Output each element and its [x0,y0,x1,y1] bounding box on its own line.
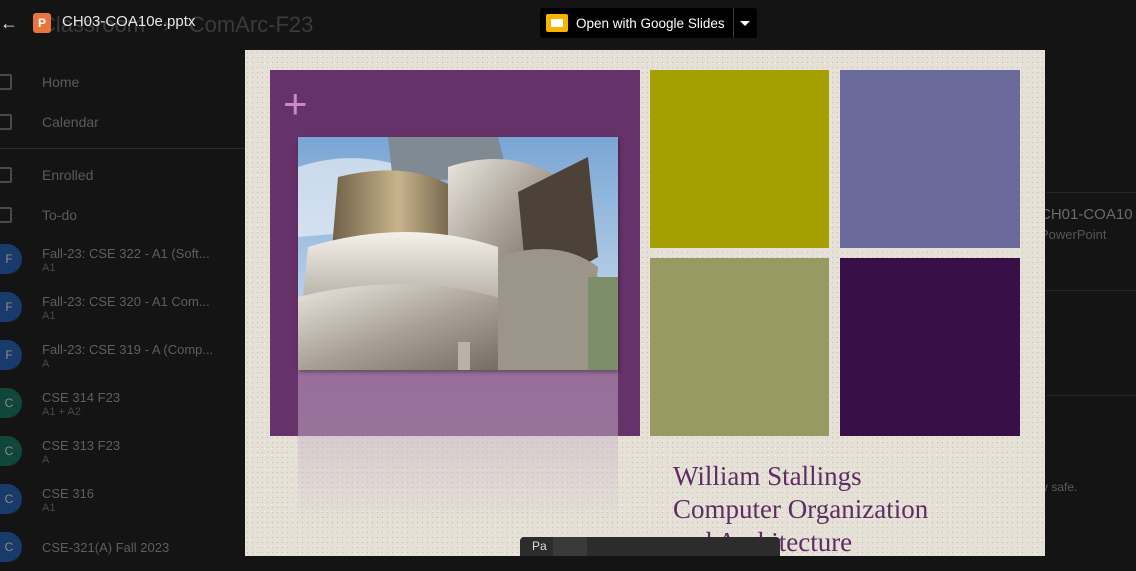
slide-title-line: Computer Organization [673,494,929,524]
sidebar-item-home[interactable]: Home [0,62,245,102]
class-avatar: C [0,484,22,514]
class-section: A1 [42,261,56,274]
page-controls-bar[interactable]: Pa [520,537,780,556]
page-label: Pa [532,539,547,553]
class-list: F Fall-23: CSE 322 - A1 (Soft... A1 F Fall-2… [0,235,245,571]
class-avatar: F [0,340,22,370]
sidebar-item-label: Calendar [42,114,99,130]
sidebar: Home Calendar Enrolled To-do F Fall-23: C… [0,62,245,571]
sage-block [650,258,829,436]
olive-block [650,70,829,248]
file-card-type: PowerPoint [1040,227,1107,242]
class-text: CSE 313 F23 A [42,437,120,466]
class-item[interactable]: F Fall-23: CSE 322 - A1 (Soft... A1 [0,235,245,283]
class-item[interactable]: F Fall-23: CSE 320 - A1 Com... A1 [0,283,245,331]
class-text: Fall-23: CSE 319 - A (Comp... A [42,341,213,370]
class-item[interactable]: C CSE-321(A) Fall 2023 [0,523,245,571]
divider [0,148,245,149]
class-section: A1 [42,309,56,322]
metal-building-illustration [298,137,618,370]
divider [1046,395,1136,396]
breadcrumb-item[interactable]: ComArc-F23 [189,12,314,37]
class-name: CSE 313 F23 [42,437,121,453]
class-name: CSE 316 [42,485,95,501]
divider [1046,192,1136,193]
open-with-google-slides-button: Open with Google Slides [540,8,757,38]
open-with-label: Open with Google Slides [576,15,725,31]
sidebar-item-calendar[interactable]: Calendar [0,102,245,142]
background-note: y safe. [1042,480,1078,494]
plus-icon: + [283,80,308,127]
class-name: Fall-23: CSE 320 - A1 Com... [42,293,210,309]
zoom-out-button[interactable] [552,537,587,556]
sidebar-item-todo[interactable]: To-do [0,195,245,235]
class-section: A [42,453,50,466]
enrolled-icon [0,167,12,183]
class-item[interactable]: C CSE 313 F23 A [0,427,245,475]
class-name: CSE-321(A) Fall 2023 [42,539,170,555]
class-item[interactable]: C CSE 316 A1 [0,475,245,523]
sidebar-item-enrolled[interactable]: Enrolled [0,155,245,195]
class-avatar: F [0,292,22,322]
powerpoint-file-icon: P [33,13,51,33]
google-slides-icon [546,14,568,32]
file-card[interactable]: CH01-COA10 PowerPoint [1040,206,1133,242]
building-photo [298,137,618,370]
sidebar-item-label: Home [42,74,80,90]
class-section: A1 + A2 [42,405,81,418]
class-text: CSE-321(A) Fall 2023 [42,539,169,556]
open-with-google-slides-main[interactable]: Open with Google Slides [540,8,733,38]
photo-reflection [298,370,618,530]
todo-icon [0,207,12,223]
divider [1046,290,1136,291]
back-arrow-icon[interactable]: ← [0,14,18,32]
class-name: Fall-23: CSE 322 - A1 (Soft... [42,245,210,261]
chevron-down-icon [740,20,751,26]
class-item[interactable]: C CSE 314 F23 A1 + A2 [0,379,245,427]
class-text: CSE 314 F23 A1 + A2 [42,389,120,418]
class-avatar: F [0,244,22,274]
class-avatar: C [0,436,22,466]
sidebar-item-label: Enrolled [42,167,94,183]
class-text: Fall-23: CSE 322 - A1 (Soft... A1 [42,245,210,274]
open-with-dropdown[interactable] [732,8,757,38]
slide-preview: + William Stallings Computer Organizatio… [245,50,1045,556]
class-section: A [42,357,50,370]
class-text: CSE 316 A1 [42,485,94,514]
home-icon [0,74,12,90]
calendar-icon [0,114,12,130]
dark-purple-block [840,258,1020,436]
file-card-name: CH01-COA10 [1040,206,1133,223]
class-avatar: C [0,388,22,418]
slide-title-line: William Stallings [673,461,862,491]
file-name: CH03-COA10e.pptx [62,13,196,30]
class-item[interactable]: F Fall-23: CSE 319 - A (Comp... A [0,331,245,379]
sidebar-item-label: To-do [42,207,78,223]
class-section: A1 [42,501,56,514]
class-avatar: C [0,532,22,562]
class-name: CSE 314 F23 [42,389,121,405]
lavender-block [840,70,1020,248]
class-text: Fall-23: CSE 320 - A1 Com... A1 [42,293,210,322]
class-name: Fall-23: CSE 319 - A (Comp... [42,341,214,357]
